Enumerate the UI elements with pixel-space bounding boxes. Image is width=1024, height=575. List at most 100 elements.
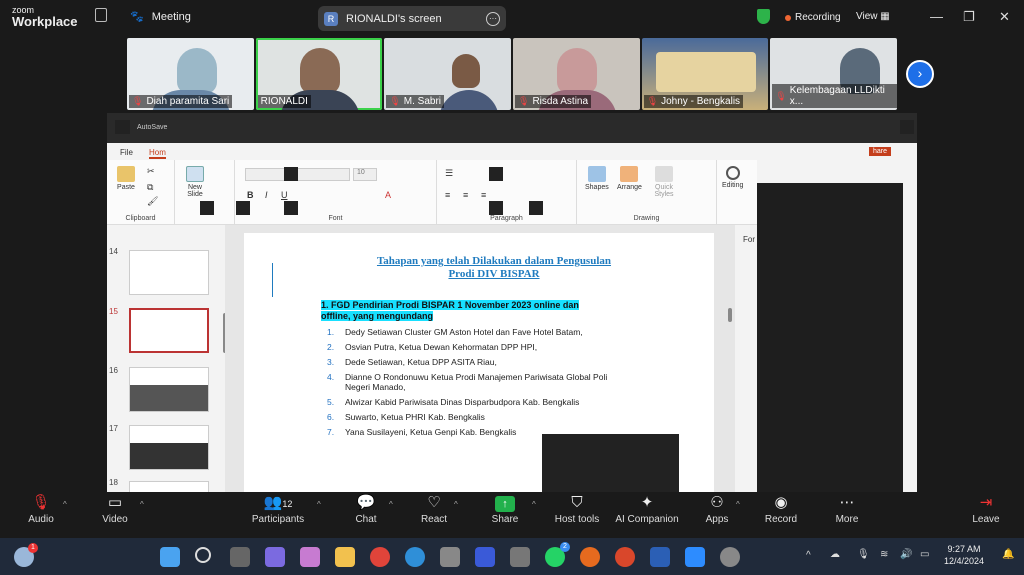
font-color-icon[interactable]: A bbox=[385, 190, 391, 200]
menu-file[interactable]: File bbox=[120, 148, 133, 157]
bold-icon[interactable]: B bbox=[247, 190, 254, 200]
wifi-icon[interactable]: ≋ bbox=[880, 549, 888, 560]
volume-icon[interactable]: 🔊 bbox=[900, 549, 912, 560]
clock[interactable]: 9:27 AM 12/4/2024 bbox=[944, 543, 984, 567]
settings-icon[interactable] bbox=[720, 547, 740, 567]
italic-icon[interactable]: I bbox=[265, 190, 268, 200]
participants-button[interactable]: 👥12 Participants bbox=[243, 492, 313, 525]
align-right-icon[interactable]: ≡ bbox=[481, 190, 486, 200]
participant-tile[interactable]: 🎙 Diah paramita Sari bbox=[127, 38, 254, 110]
video-options-caret[interactable]: ^ bbox=[140, 500, 144, 509]
sidebar-toggle-icon[interactable] bbox=[95, 8, 107, 22]
tray-app-icon[interactable]: ☁ bbox=[830, 549, 840, 560]
format-painter-icon[interactable]: 🖌 bbox=[147, 196, 158, 207]
task-view-icon[interactable] bbox=[230, 547, 250, 567]
slide-number: 14 bbox=[109, 247, 118, 256]
host-tools-button[interactable]: ⛉ Host tools bbox=[542, 492, 612, 525]
app-icon[interactable] bbox=[510, 547, 530, 567]
react-options-caret[interactable]: ^ bbox=[454, 500, 458, 509]
start-menu-icon[interactable] bbox=[160, 547, 180, 567]
list-number: 7. bbox=[327, 427, 335, 437]
sparkle-icon: ✦ bbox=[640, 494, 654, 511]
ppt-share-button[interactable]: hare bbox=[869, 147, 892, 156]
new-slide-button[interactable]: New Slide bbox=[183, 166, 207, 198]
participants-options-caret[interactable]: ^ bbox=[317, 500, 321, 509]
more-button[interactable]: ⋯ More bbox=[812, 492, 882, 525]
editing-button[interactable]: Editing bbox=[722, 166, 743, 189]
slide-thumbnail[interactable] bbox=[129, 250, 209, 295]
edge-icon[interactable] bbox=[405, 547, 425, 567]
next-participants-button[interactable]: › bbox=[906, 60, 934, 88]
audio-options-caret[interactable]: ^ bbox=[63, 500, 67, 509]
participant-tile[interactable]: 🎙 Risda Astina bbox=[513, 38, 640, 110]
word-icon[interactable] bbox=[650, 547, 670, 567]
chrome-profile-icon[interactable] bbox=[615, 547, 635, 567]
slide-heading[interactable]: 1. FGD Pendirian Prodi BISPAR 1 November… bbox=[321, 300, 581, 322]
view-button[interactable]: View ▦ bbox=[856, 11, 890, 22]
record-button[interactable]: ◉ Record bbox=[746, 492, 816, 525]
shared-screen-pill[interactable]: R RIONALDI's screen ··· bbox=[318, 6, 506, 31]
participant-tile[interactable]: 🎙 M. Sabri bbox=[384, 38, 512, 110]
recording-indicator[interactable]: Recording bbox=[785, 12, 841, 23]
react-button[interactable]: ♡ React bbox=[399, 492, 469, 525]
share-options-caret[interactable]: ^ bbox=[532, 500, 536, 509]
shapes-button[interactable]: Shapes bbox=[585, 166, 609, 191]
slide-title[interactable]: Tahapan yang telah Dilakukan dalam Pengu… bbox=[324, 255, 664, 281]
store-icon[interactable] bbox=[440, 547, 460, 567]
redacted-block bbox=[489, 167, 503, 181]
slide-scrollbar[interactable] bbox=[728, 308, 732, 322]
security-shield-icon[interactable] bbox=[757, 9, 770, 24]
slide-thumbnail[interactable] bbox=[129, 367, 209, 412]
slide-thumbnail-selected[interactable] bbox=[129, 308, 209, 353]
menu-home[interactable]: Hom bbox=[149, 148, 166, 159]
participants-count: 12 bbox=[282, 499, 293, 509]
battery-icon[interactable]: ▭ bbox=[920, 549, 929, 560]
arrange-button[interactable]: Arrange bbox=[617, 166, 642, 191]
participant-tile[interactable]: 🎙 Johny - Bengkalis bbox=[641, 38, 769, 110]
autosave-label[interactable]: AutoSave bbox=[137, 124, 167, 131]
underline-icon[interactable]: U bbox=[281, 190, 288, 200]
restore-icon[interactable]: ❐ bbox=[963, 9, 975, 25]
font-size-box[interactable]: 10 bbox=[353, 168, 377, 181]
notifications-icon[interactable]: 🔔 bbox=[1002, 549, 1014, 560]
ppt-ribbon: Paste ✂ ⧉ 🖌 Clipboard New Slide 10 B I U… bbox=[107, 160, 757, 225]
align-left-icon[interactable]: ≡ bbox=[445, 190, 450, 200]
slide-list[interactable]: 1. Dedy Setiawan Cluster GM Aston Hotel d… bbox=[327, 327, 627, 442]
chat-options-caret[interactable]: ^ bbox=[389, 500, 393, 509]
participant-video bbox=[557, 48, 598, 94]
list-text: Suwarto, Ketua PHRI Kab. Bengkalis bbox=[345, 412, 485, 422]
search-icon[interactable] bbox=[195, 547, 211, 563]
teams-icon[interactable] bbox=[265, 547, 285, 567]
minimize-icon[interactable]: — bbox=[930, 9, 943, 24]
slide-thumbnail[interactable] bbox=[129, 481, 209, 492]
leave-button[interactable]: ⇥ Leave bbox=[951, 492, 1021, 525]
cut-icon[interactable]: ✂ bbox=[147, 166, 155, 177]
paste-button[interactable]: Paste bbox=[117, 166, 135, 191]
quick-styles-button[interactable]: Quick Styles bbox=[651, 166, 677, 198]
more-options-icon[interactable]: ··· bbox=[486, 11, 500, 26]
zoom-icon[interactable] bbox=[685, 547, 705, 567]
close-icon[interactable]: ✕ bbox=[999, 9, 1010, 25]
tray-chevron-icon[interactable]: ^ bbox=[806, 550, 811, 561]
bullets-icon[interactable]: ☰ bbox=[445, 168, 453, 179]
share-button[interactable]: ↑ Share bbox=[470, 492, 540, 525]
apps-options-caret[interactable]: ^ bbox=[736, 500, 740, 509]
copy-icon[interactable]: ⧉ bbox=[147, 182, 153, 193]
meeting-toolbar: 🎙 Audio ^ ▭ Video ^ 👥12 Participants ^ 💬 Cha… bbox=[0, 492, 1024, 536]
participant-tile[interactable]: 🎙 Kelembagaan LLDikti x... bbox=[770, 38, 898, 110]
slide-thumbnail[interactable] bbox=[129, 425, 209, 470]
firefox-icon[interactable] bbox=[580, 547, 600, 567]
file-explorer-icon[interactable] bbox=[335, 547, 355, 567]
participant-tile-active[interactable]: RIONALDI bbox=[255, 38, 383, 110]
align-center-icon[interactable]: ≡ bbox=[463, 190, 468, 200]
apps-button[interactable]: ⚇ Apps bbox=[682, 492, 752, 525]
app-icon[interactable] bbox=[475, 547, 495, 567]
meeting-menu[interactable]: 🐾 Meeting bbox=[130, 10, 191, 24]
ai-companion-button[interactable]: ✦ AI Companion bbox=[610, 492, 684, 525]
copilot-icon[interactable] bbox=[300, 547, 320, 567]
microphone-icon[interactable]: 🎙 bbox=[857, 549, 870, 560]
chrome-icon[interactable] bbox=[370, 547, 390, 567]
list-text: Yana Susilayeni, Ketua Genpi Kab. Bengka… bbox=[345, 427, 517, 437]
text-cursor bbox=[272, 263, 273, 297]
list-item: 2. Osvian Putra, Ketua Dewan Kehormatan D… bbox=[327, 342, 627, 352]
